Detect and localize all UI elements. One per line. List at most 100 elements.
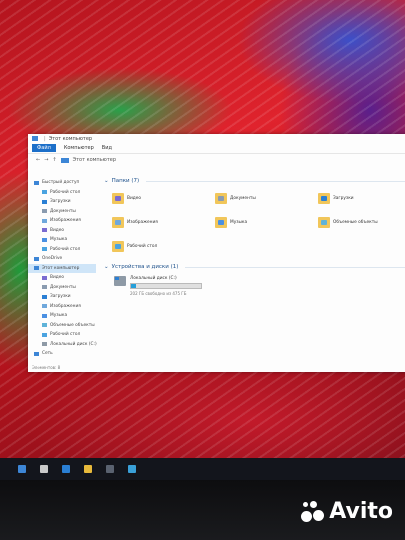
folder-label: Музыка	[230, 219, 248, 225]
folder-label: Загрузки	[333, 195, 354, 201]
folders-group-header[interactable]: ⌄ Папки (7)	[104, 176, 405, 186]
sidebar-item-label: Рабочий стол	[50, 189, 81, 195]
folder-label: Объемные объекты	[333, 219, 378, 225]
explorer-window[interactable]: | Этот компьютер Файл Компьютер Вид ← → …	[28, 134, 405, 372]
folder-icon	[42, 228, 47, 233]
sidebar-item-label: Видео	[50, 227, 64, 233]
sidebar-item[interactable]: Сеть	[28, 349, 96, 359]
folder-tile[interactable]: Рабочий стол	[112, 236, 215, 256]
folder-icon	[42, 190, 47, 195]
sidebar-item[interactable]: Видео	[28, 273, 96, 283]
breadcrumb[interactable]: Этот компьютер	[73, 157, 116, 163]
file-explorer-icon[interactable]	[84, 465, 92, 473]
drive-label: Локальный диск (C:)	[130, 276, 177, 281]
folder-grid: Видео Документы Загрузки Изображения Музыка О…	[104, 186, 405, 262]
sidebar-item[interactable]: Документы	[28, 283, 96, 293]
folder-icon	[42, 323, 47, 328]
drive-c[interactable]: Локальный диск (C:) 202 ГБ свободно из 4…	[104, 272, 405, 296]
sidebar-item-label: Объемные объекты	[50, 322, 95, 328]
avito-watermark: Avito	[299, 498, 393, 524]
sidebar-item[interactable]: Этот компьютер	[28, 263, 96, 273]
sidebar-item-label: Загрузки	[50, 199, 71, 205]
avito-logo-icon	[299, 498, 325, 524]
store-icon[interactable]	[106, 465, 114, 473]
sidebar-item[interactable]: Музыка	[28, 235, 96, 245]
folder-icon	[42, 313, 47, 318]
chevron-down-icon: ⌄	[104, 264, 109, 270]
windows-start-icon[interactable]	[18, 465, 26, 473]
sidebar-item[interactable]: Документы	[28, 207, 96, 217]
sidebar-item-label: Изображения	[50, 303, 81, 309]
folder-icon	[42, 304, 47, 309]
sidebar-item[interactable]: OneDrive	[28, 254, 96, 264]
folder-icon	[34, 180, 39, 185]
computer-icon	[32, 136, 38, 141]
folder-icon	[42, 342, 47, 347]
sidebar-item[interactable]: Рабочий стол	[28, 330, 96, 340]
folder-icon	[34, 266, 39, 271]
hard-drive-icon	[114, 276, 126, 286]
folder-icon	[34, 351, 39, 356]
folder-tile[interactable]: Объемные объекты	[318, 212, 405, 232]
sidebar-item[interactable]: Локальный диск (C:)	[28, 340, 97, 350]
ribbon-tabs: Файл Компьютер Вид	[28, 143, 405, 154]
sidebar-item-label: Документы	[50, 284, 76, 290]
tab-view[interactable]: Вид	[102, 145, 112, 151]
up-arrow-icon[interactable]: ↑	[52, 157, 56, 163]
search-icon[interactable]	[40, 465, 48, 473]
group-title: Устройства и диски (1)	[111, 264, 179, 270]
folder-icon	[42, 294, 47, 299]
folder-icon	[42, 247, 47, 252]
folder-tile[interactable]: Загрузки	[318, 188, 405, 208]
signature-mark	[30, 363, 60, 369]
folder-label: Изображения	[127, 219, 158, 225]
sidebar-item[interactable]: Рабочий стол	[28, 245, 96, 255]
forward-arrow-icon[interactable]: →	[44, 157, 48, 163]
sidebar-item[interactable]: Рабочий стол	[28, 188, 96, 198]
computer-icon	[60, 157, 69, 163]
folder-label: Рабочий стол	[127, 243, 158, 249]
tab-file[interactable]: Файл	[32, 144, 56, 152]
back-arrow-icon[interactable]: ←	[36, 157, 40, 163]
sidebar-item[interactable]: Загрузки	[28, 292, 96, 302]
sidebar-item[interactable]: Изображения	[28, 216, 96, 226]
folder-tile[interactable]: Изображения	[112, 212, 215, 232]
content-pane: ⌄ Папки (7) Видео Документы Загрузки Изобра…	[104, 176, 405, 296]
sidebar-item[interactable]: Быстрый доступ	[28, 178, 96, 188]
title-bar[interactable]: | Этот компьютер	[28, 134, 405, 143]
sidebar-item-label: Загрузки	[50, 294, 71, 300]
sidebar-item-label: Быстрый доступ	[42, 180, 80, 186]
divider	[146, 180, 405, 182]
mail-icon[interactable]	[128, 465, 136, 473]
folder-icon	[215, 216, 227, 228]
folder-tile[interactable]: Видео	[112, 188, 215, 208]
sidebar-item-label: Рабочий стол	[50, 246, 81, 252]
sidebar-item[interactable]: Объемные объекты	[28, 321, 96, 331]
sidebar-item-label: Музыка	[50, 313, 68, 319]
folder-label: Видео	[127, 195, 141, 201]
sidebar-item-label: Документы	[50, 208, 76, 214]
sidebar-item[interactable]: Музыка	[28, 311, 96, 321]
folder-icon	[215, 192, 227, 204]
sidebar-item[interactable]: Изображения	[28, 302, 96, 312]
drive-usage-bar	[130, 283, 202, 289]
address-bar[interactable]: ← → ↑ Этот компьютер	[28, 154, 405, 166]
sidebar-item-label: Локальный диск (C:)	[50, 341, 97, 347]
sidebar-item[interactable]: Загрузки	[28, 197, 96, 207]
watermark-text: Avito	[329, 498, 393, 524]
folder-icon	[42, 218, 47, 223]
devices-group-header[interactable]: ⌄ Устройства и диски (1)	[104, 262, 405, 272]
tab-computer[interactable]: Компьютер	[64, 145, 94, 151]
sidebar-item[interactable]: Видео	[28, 226, 96, 236]
folder-icon	[318, 216, 330, 228]
folder-tile[interactable]: Музыка	[215, 212, 318, 232]
chevron-down-icon: ⌄	[104, 178, 109, 184]
taskbar	[0, 458, 405, 480]
folder-icon	[42, 332, 47, 337]
sidebar-item-label: OneDrive	[42, 256, 63, 262]
sidebar-item-label: Изображения	[50, 218, 81, 224]
sidebar-item-label: Музыка	[50, 237, 68, 243]
window-title: Этот компьютер	[48, 135, 93, 142]
folder-tile[interactable]: Документы	[215, 188, 318, 208]
edge-browser-icon[interactable]	[62, 465, 70, 473]
